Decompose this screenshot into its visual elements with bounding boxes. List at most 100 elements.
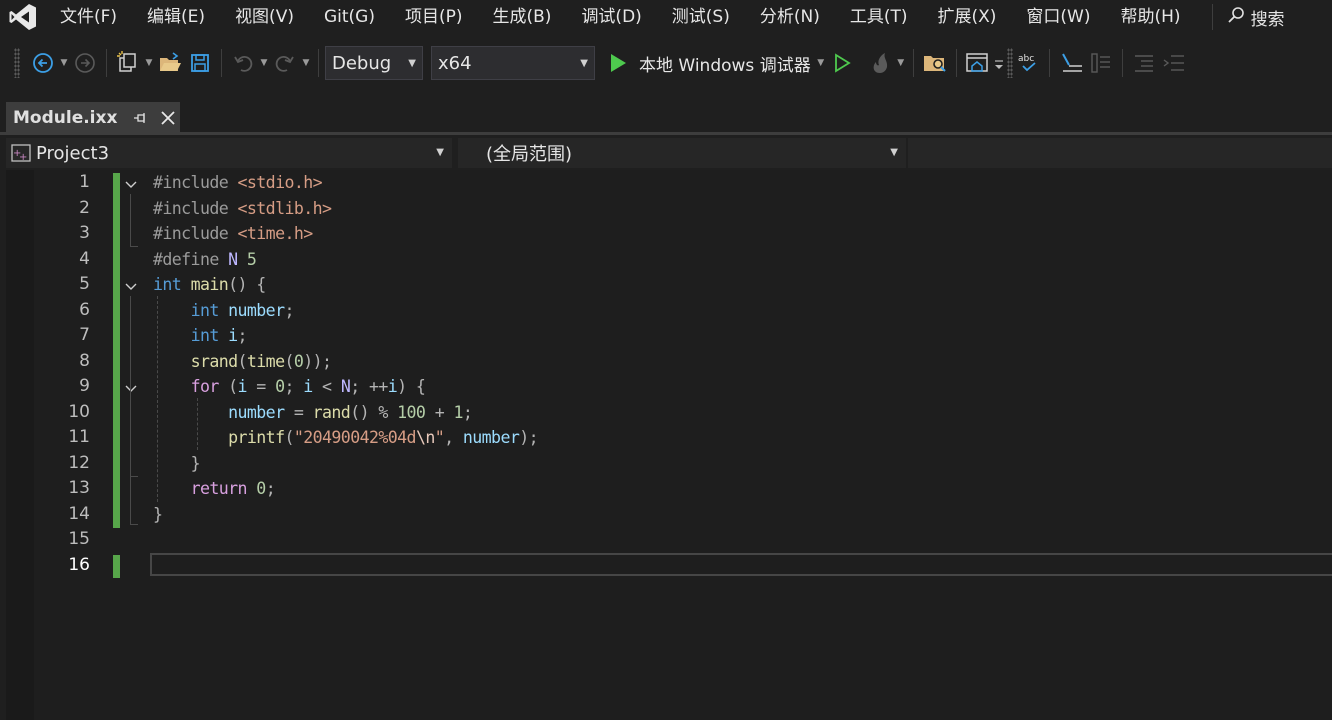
code-line: for (i = 0; i < N; ++i) { [190,377,426,396]
svg-text:abc: abc [1018,54,1034,64]
chevron-down-icon: ▼ [408,57,416,69]
toolbar-divider [955,49,957,77]
code-line: number = rand() % 100 + 1; [228,402,473,422]
navigation-bar: + + Project3 ▼ (全局范围) ▼ [6,138,1332,168]
undo-dropdown-icon[interactable]: ▼ [258,48,270,78]
start-debugging-button[interactable]: 本地 Windows 调试器 [639,51,811,76]
new-project-icon[interactable] [115,48,141,78]
find-in-files-icon[interactable] [922,48,948,78]
browser-home-icon[interactable] [965,48,991,78]
toolbar-grip[interactable] [14,48,20,78]
open-folder-icon[interactable] [157,48,183,78]
menu-edit[interactable]: 编辑(E) [132,0,220,34]
menu-help[interactable]: 帮助(H) [1106,0,1196,34]
menu-project[interactable]: 项目(P) [390,0,478,34]
menu-view[interactable]: 视图(V) [220,0,309,34]
member-dropdown[interactable] [908,138,1332,168]
search-icon [1227,6,1245,29]
save-all-icon[interactable] [187,48,213,78]
code-line: srand(time(0)); [190,351,332,371]
toolbar-divider [1121,49,1123,77]
line-number: 5 [79,274,90,294]
line-number: 3 [79,223,90,243]
line-number: 14 [68,503,90,524]
comment-selection-icon[interactable] [1058,48,1084,78]
line-number: 7 [79,325,90,345]
redo-dropdown-icon[interactable]: ▼ [300,48,312,78]
configuration-dropdown[interactable]: Debug ▼ [325,46,423,80]
toolbar-divider [318,49,319,77]
uncomment-selection-icon[interactable] [1088,48,1114,78]
start-without-debugging-icon[interactable] [829,48,855,78]
project-name: Project3 [36,142,110,164]
code-line: } [190,453,201,473]
code-line: int number; [190,300,295,320]
menu-git[interactable]: Git(G) [309,0,390,34]
debug-target-dropdown-icon[interactable]: ▼ [815,48,827,78]
line-number: 4 [79,248,90,269]
menu-items: 文件(F) 编辑(E) 视图(V) Git(G) 项目(P) 生成(B) 调试(… [46,0,1196,34]
menu-file[interactable]: 文件(F) [46,0,132,34]
toolbar-grip[interactable] [1006,48,1013,78]
platform-value: x64 [438,52,472,74]
standard-toolbar: ▼ ▼ ▼ ▼ Debug ▼ x64 ▼ 本地 Windows 调试器 ▼ ▼ [0,40,1332,86]
redo-icon[interactable] [272,48,298,78]
menu-tools[interactable]: 工具(T) [835,0,923,34]
line-number: 2 [79,197,90,218]
decrease-indent-icon[interactable] [1131,48,1157,78]
line-number: 15 [68,529,90,549]
code-line: int i; [190,326,248,345]
menu-window[interactable]: 窗口(W) [1011,0,1105,34]
new-item-dropdown-icon[interactable]: ▼ [143,48,155,78]
pin-icon[interactable] [132,110,148,130]
platform-dropdown[interactable]: x64 ▼ [431,46,595,80]
line-number: 8 [79,350,90,371]
scope-dropdown[interactable]: (全局范围) ▼ [458,138,906,168]
navigate-back-icon[interactable] [30,48,56,78]
tab-module-ixx[interactable]: Module.ixx [6,102,180,134]
code-line: #include <stdio.h> [153,173,323,192]
document-tab-strip: Module.ixx [0,100,1332,134]
menu-test[interactable]: 测试(S) [657,0,745,34]
line-number: 12 [68,452,90,473]
menu-divider [1211,4,1213,30]
visual-studio-logo-icon[interactable] [0,0,46,34]
svg-text:+: + [19,152,27,163]
code-line: int main() { [153,275,266,294]
start-debugging-icon[interactable] [605,48,631,78]
line-number: 11 [68,427,90,447]
toolbar-divider [106,49,107,77]
code-line: printf("20490042%04d\n", number); [228,428,539,447]
tab-strip-underline [0,132,1332,135]
toolbar-divider [1048,49,1050,77]
line-number: 1 [79,172,90,192]
close-icon[interactable] [159,109,177,131]
line-number: 6 [79,299,90,320]
chevron-down-icon: ▼ [436,147,444,158]
navigate-forward-icon[interactable] [72,48,98,78]
line-number: 9 [79,376,90,396]
hot-reload-icon[interactable] [867,48,893,78]
chevron-down-icon: ▼ [580,57,588,69]
hot-reload-dropdown-icon[interactable]: ▼ [895,48,907,78]
search-box[interactable]: 搜索 [1227,5,1285,30]
scope-name: (全局范围) [486,144,573,165]
menu-debug[interactable]: 调试(D) [566,0,656,34]
menu-build[interactable]: 生成(B) [478,0,567,34]
project-icon: + + [10,142,32,164]
code-editor[interactable]: 1 2 3 4 5 6 7 8 9 10 11 12 13 14 15 16 #… [6,170,1332,720]
project-dropdown[interactable]: + + Project3 ▼ [6,138,452,168]
undo-icon[interactable] [230,48,256,78]
back-dropdown-icon[interactable]: ▼ [58,48,70,78]
menu-bar: 文件(F) 编辑(E) 视图(V) Git(G) 项目(P) 生成(B) 调试(… [0,0,1332,34]
menu-extensions[interactable]: 扩展(X) [923,0,1012,34]
code-line: #include <stdlib.h> [153,198,332,218]
tab-title: Module.ixx [13,108,118,128]
increase-indent-icon[interactable] [1161,48,1187,78]
toolbar-divider [221,49,222,77]
browser-dropdown-icon[interactable] [993,48,1005,78]
code-line: return 0; [190,479,276,498]
code-line: #define N 5 [153,249,257,269]
menu-analyze[interactable]: 分析(N) [745,0,835,34]
spell-check-icon[interactable]: abc [1015,48,1041,78]
